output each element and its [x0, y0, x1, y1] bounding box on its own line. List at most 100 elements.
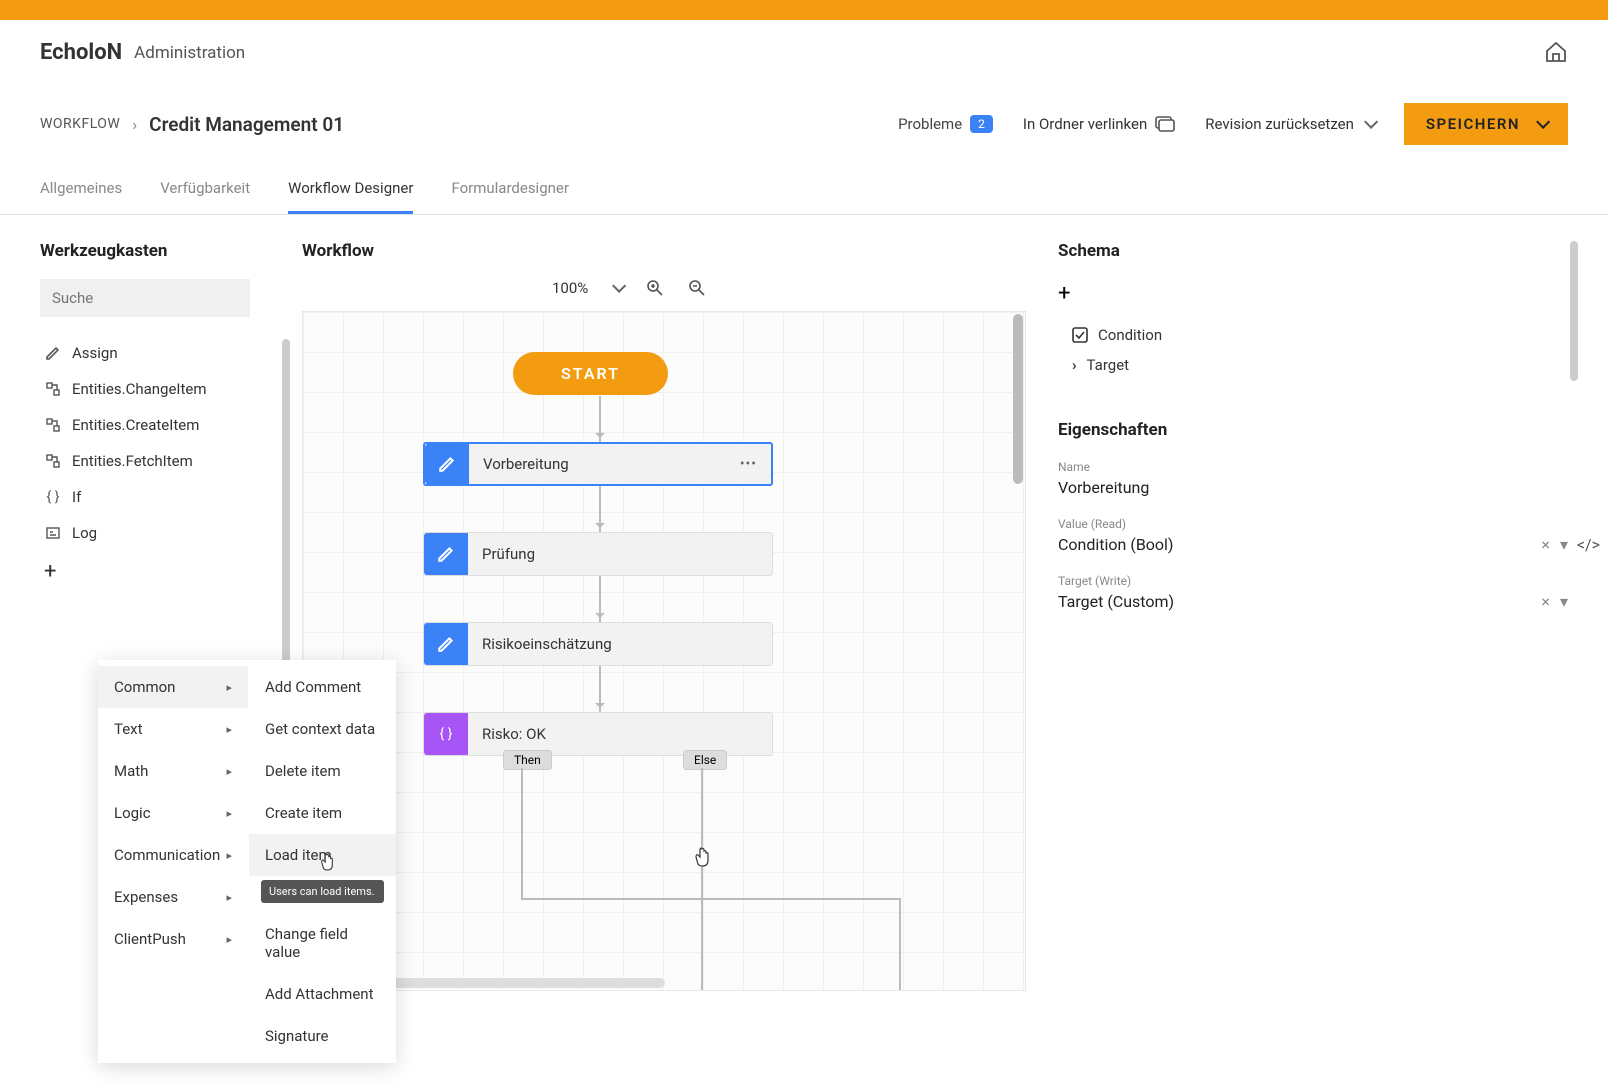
cursor-icon [319, 853, 335, 871]
submenu-load-item[interactable]: Load item [249, 834, 396, 876]
link-folder-label: In Ordner verlinken [1023, 115, 1147, 133]
context-menu: Common▸ Text▸ Math▸ Logic▸ Communication… [98, 660, 396, 1063]
tool-label: Entities.CreateItem [72, 416, 199, 434]
canvas-title: Workflow [302, 241, 1026, 261]
connector-line [521, 768, 523, 898]
menu-label: Expenses [114, 888, 178, 906]
zoom-in-icon[interactable] [646, 279, 664, 297]
tool-assign[interactable]: Assign [40, 335, 270, 371]
canvas-area: Workflow 100% START Vorbereitung ••• Prü… [302, 241, 1026, 1071]
breadcrumb-root[interactable]: WORKFLOW [40, 116, 120, 132]
menu-category-communication[interactable]: Communication▸ [98, 834, 248, 876]
dropdown-icon[interactable]: ▾ [1560, 535, 1568, 554]
dropdown-icon[interactable]: ▾ [1560, 592, 1568, 611]
prop-name-text: Vorbereitung [1058, 478, 1149, 497]
chevron-right-icon: ▸ [226, 681, 232, 694]
menu-label: ClientPush [114, 930, 186, 948]
tool-fetch-item[interactable]: Entities.FetchItem [40, 443, 270, 479]
prop-name-value[interactable]: Vorbereitung [1058, 478, 1568, 497]
schema-add-button[interactable]: + [1058, 281, 1568, 306]
braces-icon: { } [44, 488, 62, 506]
link-in-folder-button[interactable]: In Ordner verlinken [1023, 115, 1175, 133]
pencil-icon [425, 444, 469, 484]
submenu-delete-item[interactable]: Delete item [249, 750, 396, 792]
page-title: Credit Management 01 [149, 113, 344, 136]
schema-panel: Schema + Condition › Target Eigenschafte… [1058, 241, 1568, 1071]
connector-arrow [599, 576, 601, 622]
zoom-dropdown-icon[interactable] [612, 279, 626, 293]
add-tool-button[interactable]: + [40, 551, 270, 592]
tool-log[interactable]: Log [40, 515, 270, 551]
breadcrumb-chevron-icon: › [132, 115, 137, 134]
zoom-out-icon[interactable] [688, 279, 706, 297]
menu-category-logic[interactable]: Logic▸ [98, 792, 248, 834]
node-pruefung[interactable]: Prüfung [423, 532, 773, 576]
submenu-create-item[interactable]: Create item [249, 792, 396, 834]
toolbox-search-input[interactable] [40, 279, 250, 317]
submenu-add-attachment[interactable]: Add Attachment [249, 973, 396, 1015]
home-icon[interactable] [1544, 40, 1568, 64]
submenu-change-field-value[interactable]: Change field value [249, 913, 396, 973]
clear-icon[interactable]: × [1541, 535, 1550, 554]
submenu-get-context-data[interactable]: Get context data [249, 708, 396, 750]
menu-label: Logic [114, 804, 151, 822]
tool-if[interactable]: { } If [40, 479, 270, 515]
entity-icon [44, 416, 62, 434]
schema-item-target[interactable]: › Target [1058, 350, 1568, 380]
connector-arrow [599, 666, 601, 712]
node-risiko[interactable]: Risikoeinschätzung [423, 622, 773, 666]
problems-count-badge: 2 [970, 115, 993, 133]
menu-category-expenses[interactable]: Expenses▸ [98, 876, 248, 918]
node-label: Risikoeinschätzung [468, 635, 772, 653]
tab-availability[interactable]: Verfügbarkeit [160, 165, 250, 214]
code-icon[interactable]: </> [1577, 535, 1600, 554]
revision-reset-dropdown[interactable]: Revision zurücksetzen [1205, 115, 1374, 133]
tab-form-designer[interactable]: Formulardesigner [451, 165, 569, 214]
prop-target-write-text: Target (Custom) [1058, 592, 1174, 611]
revision-label: Revision zurücksetzen [1205, 115, 1354, 133]
submenu-signature[interactable]: Signature [249, 1015, 396, 1057]
canvas-scrollbar-vertical[interactable] [1013, 314, 1023, 484]
tool-label: Assign [72, 344, 118, 362]
tab-general[interactable]: Allgemeines [40, 165, 122, 214]
start-node[interactable]: START [513, 352, 668, 395]
menu-category-text[interactable]: Text▸ [98, 708, 248, 750]
chevron-right-icon: ▸ [226, 849, 232, 862]
menu-label: Get context data [265, 720, 375, 738]
schema-scrollbar[interactable] [1570, 241, 1578, 381]
toolbox-title: Werkzeugkasten [40, 241, 270, 261]
connector-arrow [599, 486, 601, 532]
tool-change-item[interactable]: Entities.ChangeItem [40, 371, 270, 407]
top-accent-bar [0, 0, 1608, 20]
header: EcholoN Administration [0, 20, 1608, 85]
problems-indicator[interactable]: Probleme 2 [898, 115, 993, 133]
toolbox-scrollbar[interactable] [282, 339, 290, 679]
connector-line [899, 898, 901, 991]
tab-workflow-designer[interactable]: Workflow Designer [288, 165, 413, 214]
menu-label: Text [114, 720, 143, 738]
schema-item-label: Condition [1098, 326, 1162, 344]
node-menu-icon[interactable]: ••• [740, 456, 757, 472]
prop-value-read-field[interactable]: Condition (Bool) × ▾ </> [1058, 535, 1568, 554]
prop-target-write-field[interactable]: Target (Custom) × ▾ [1058, 592, 1568, 611]
menu-category-clientpush[interactable]: ClientPush ▸ [98, 918, 248, 960]
chevron-right-icon: ▸ [226, 933, 232, 946]
prop-value-read-label: Value (Read) [1058, 517, 1568, 531]
clear-icon[interactable]: × [1541, 592, 1550, 611]
menu-label: Add Comment [265, 678, 361, 696]
tab-bar: Allgemeines Verfügbarkeit Workflow Desig… [0, 165, 1608, 215]
schema-item-condition[interactable]: Condition [1058, 320, 1568, 350]
submenu-add-comment[interactable]: Add Comment [249, 666, 396, 708]
entity-icon [44, 452, 62, 470]
chevron-down-icon [1536, 115, 1550, 129]
menu-category-common[interactable]: Common▸ [98, 666, 248, 708]
workflow-canvas[interactable]: START Vorbereitung ••• Prüfung Risikoein… [302, 311, 1026, 991]
logo: EcholoN [40, 40, 122, 65]
menu-label: Math [114, 762, 148, 780]
node-vorbereitung[interactable]: Vorbereitung ••• [423, 442, 773, 486]
cursor-icon [693, 847, 711, 867]
save-button[interactable]: SPEICHERN [1404, 103, 1568, 145]
menu-category-math[interactable]: Math▸ [98, 750, 248, 792]
tool-create-item[interactable]: Entities.CreateItem [40, 407, 270, 443]
menu-label: Delete item [265, 762, 341, 780]
